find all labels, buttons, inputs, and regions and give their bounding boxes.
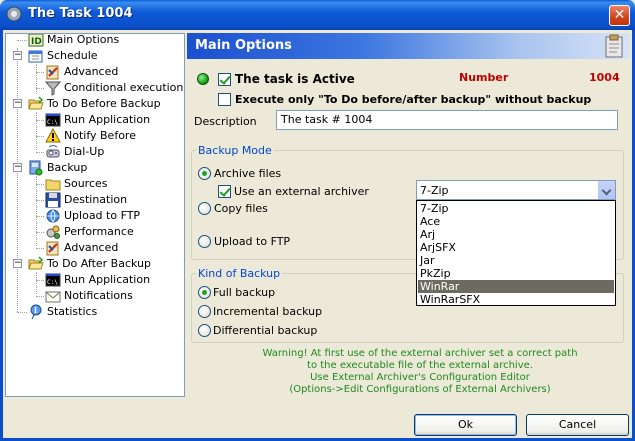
archiver-dropdown-list[interactable]: 7-Zip Ace Arj ArjSFX Jar PkZip WinRar Wi… bbox=[416, 200, 616, 306]
expander-todo-before[interactable]: − bbox=[13, 99, 22, 108]
console-icon: C:\ bbox=[45, 113, 61, 127]
warning-line: (Options->Edit Configurations of Externa… bbox=[289, 384, 551, 395]
folder-open-icon bbox=[28, 96, 44, 110]
performance-icon bbox=[46, 225, 60, 239]
folder-open-icon bbox=[28, 256, 44, 270]
envelope-icon bbox=[45, 291, 61, 303]
external-archiver-warning: Warning! At first use of the external ar… bbox=[220, 348, 620, 396]
task-active-label: The task is Active bbox=[235, 72, 355, 86]
archiver-select[interactable]: 7-Zip bbox=[416, 180, 616, 200]
tree-item-destination[interactable]: Destination bbox=[45, 192, 127, 208]
tree-item-dialup[interactable]: Dial-Up bbox=[45, 144, 104, 160]
upload-ftp-label: Upload to FTP bbox=[214, 235, 291, 248]
advanced-icon bbox=[46, 65, 59, 80]
incremental-backup-label: Incremental backup bbox=[213, 305, 323, 318]
archiver-option[interactable]: Jar bbox=[418, 254, 614, 267]
tree-item-conditional-execution[interactable]: Conditional execution bbox=[45, 80, 183, 96]
dialup-icon bbox=[46, 145, 60, 158]
ok-button[interactable]: Ok bbox=[414, 414, 517, 436]
clipboard-icon bbox=[605, 34, 623, 58]
number-value: 1004 bbox=[589, 71, 620, 84]
use-external-archiver-checkbox[interactable] bbox=[218, 185, 231, 198]
task-active-checkbox[interactable] bbox=[218, 73, 231, 86]
copy-files-radio[interactable] bbox=[198, 202, 211, 215]
advanced-icon bbox=[46, 241, 59, 256]
filter-icon bbox=[45, 81, 61, 96]
archiver-option[interactable]: WinRarSFX bbox=[418, 293, 614, 306]
window-title: The Task 1004 bbox=[28, 6, 133, 21]
tree-item-upload-ftp[interactable]: Upload to FTP bbox=[45, 208, 140, 224]
app-icon bbox=[6, 6, 22, 22]
tree-item-main-options[interactable]: ID Main Options bbox=[28, 34, 119, 48]
expander-todo-after[interactable]: − bbox=[13, 259, 22, 268]
warning-line: Warning! At first use of the external ar… bbox=[262, 348, 578, 359]
id-icon: ID bbox=[28, 34, 44, 47]
archiver-option[interactable]: PkZip bbox=[418, 267, 614, 280]
svg-text:i: i bbox=[34, 305, 37, 315]
use-external-archiver-label: Use an external archiver bbox=[234, 185, 369, 198]
expander-backup[interactable]: − bbox=[13, 163, 22, 172]
tree-item-backup[interactable]: Backup bbox=[28, 160, 87, 176]
number-label: Number bbox=[459, 71, 509, 84]
warning-line: Use External Archiver's Configuration Ed… bbox=[310, 372, 530, 383]
archive-files-label: Archive files bbox=[214, 167, 282, 180]
cancel-button[interactable]: Cancel bbox=[526, 414, 629, 436]
tree-item-todo-before[interactable]: To Do Before Backup bbox=[28, 96, 161, 112]
kind-of-backup-title: Kind of Backup bbox=[196, 267, 283, 280]
incremental-backup-radio[interactable] bbox=[198, 305, 211, 318]
title-bar[interactable]: The Task 1004 ✕ bbox=[0, 0, 635, 30]
svg-text:C:\: C:\ bbox=[47, 119, 58, 126]
tree-item-run-application-before[interactable]: C:\ Run Application bbox=[45, 112, 150, 128]
svg-text:ID: ID bbox=[31, 37, 42, 47]
description-input[interactable]: The task # 1004 bbox=[276, 110, 618, 130]
archiver-selected-value: 7-Zip bbox=[420, 184, 449, 197]
close-button[interactable]: ✕ bbox=[609, 5, 630, 26]
backup-mode-title: Backup Mode bbox=[196, 144, 274, 157]
execute-only-label: Execute only "To Do before/after backup"… bbox=[235, 93, 592, 106]
console-icon: C:\ bbox=[45, 273, 61, 287]
tree-item-schedule-advanced[interactable]: Advanced bbox=[45, 64, 118, 80]
full-backup-label: Full backup bbox=[213, 286, 276, 299]
warning-line: to the executable file of the external a… bbox=[307, 360, 533, 371]
panel-title: Main Options bbox=[195, 38, 292, 53]
execute-only-checkbox[interactable] bbox=[218, 93, 231, 106]
tree-item-notifications[interactable]: Notifications bbox=[45, 288, 133, 304]
tree-item-run-application-after[interactable]: C:\ Run Application bbox=[45, 272, 150, 288]
tree-item-schedule[interactable]: Schedule bbox=[28, 48, 98, 64]
differential-backup-radio[interactable] bbox=[198, 324, 211, 337]
archiver-option[interactable]: ArjSFX bbox=[418, 241, 614, 254]
panel-header: Main Options bbox=[187, 33, 630, 59]
chevron-down-icon[interactable] bbox=[598, 181, 615, 199]
archiver-option[interactable]: Ace bbox=[418, 215, 614, 228]
backup-icon bbox=[29, 160, 43, 176]
archiver-option[interactable]: Arj bbox=[418, 228, 614, 241]
description-label: Description bbox=[194, 115, 257, 128]
tree-item-notify-before[interactable]: Notify Before bbox=[45, 128, 136, 144]
options-tree[interactable]: ID Main Options − Schedule Advanced Cond… bbox=[5, 33, 185, 397]
tree-item-statistics[interactable]: i Statistics bbox=[28, 304, 97, 320]
differential-backup-label: Differential backup bbox=[213, 324, 318, 337]
svg-text:C:\: C:\ bbox=[47, 279, 58, 286]
tree-item-sources[interactable]: Sources bbox=[45, 176, 108, 192]
tree-item-todo-after[interactable]: To Do After Backup bbox=[28, 256, 151, 272]
tree-item-performance[interactable]: Performance bbox=[45, 224, 134, 240]
archiver-option-highlighted[interactable]: WinRar bbox=[418, 280, 614, 293]
upload-ftp-radio[interactable] bbox=[198, 235, 211, 248]
expander-schedule[interactable]: − bbox=[13, 51, 22, 60]
status-indicator bbox=[197, 73, 209, 85]
calendar-icon bbox=[28, 50, 43, 63]
archive-files-radio[interactable] bbox=[198, 167, 211, 180]
warning-icon bbox=[45, 128, 61, 143]
ftp-icon bbox=[46, 209, 60, 223]
tree-item-backup-advanced[interactable]: Advanced bbox=[45, 240, 118, 256]
statistics-icon: i bbox=[30, 304, 42, 320]
full-backup-radio[interactable] bbox=[198, 286, 211, 299]
archiver-option[interactable]: 7-Zip bbox=[418, 202, 614, 215]
disk-icon bbox=[45, 192, 61, 208]
copy-files-label: Copy files bbox=[214, 202, 268, 215]
folder-icon bbox=[45, 179, 61, 191]
